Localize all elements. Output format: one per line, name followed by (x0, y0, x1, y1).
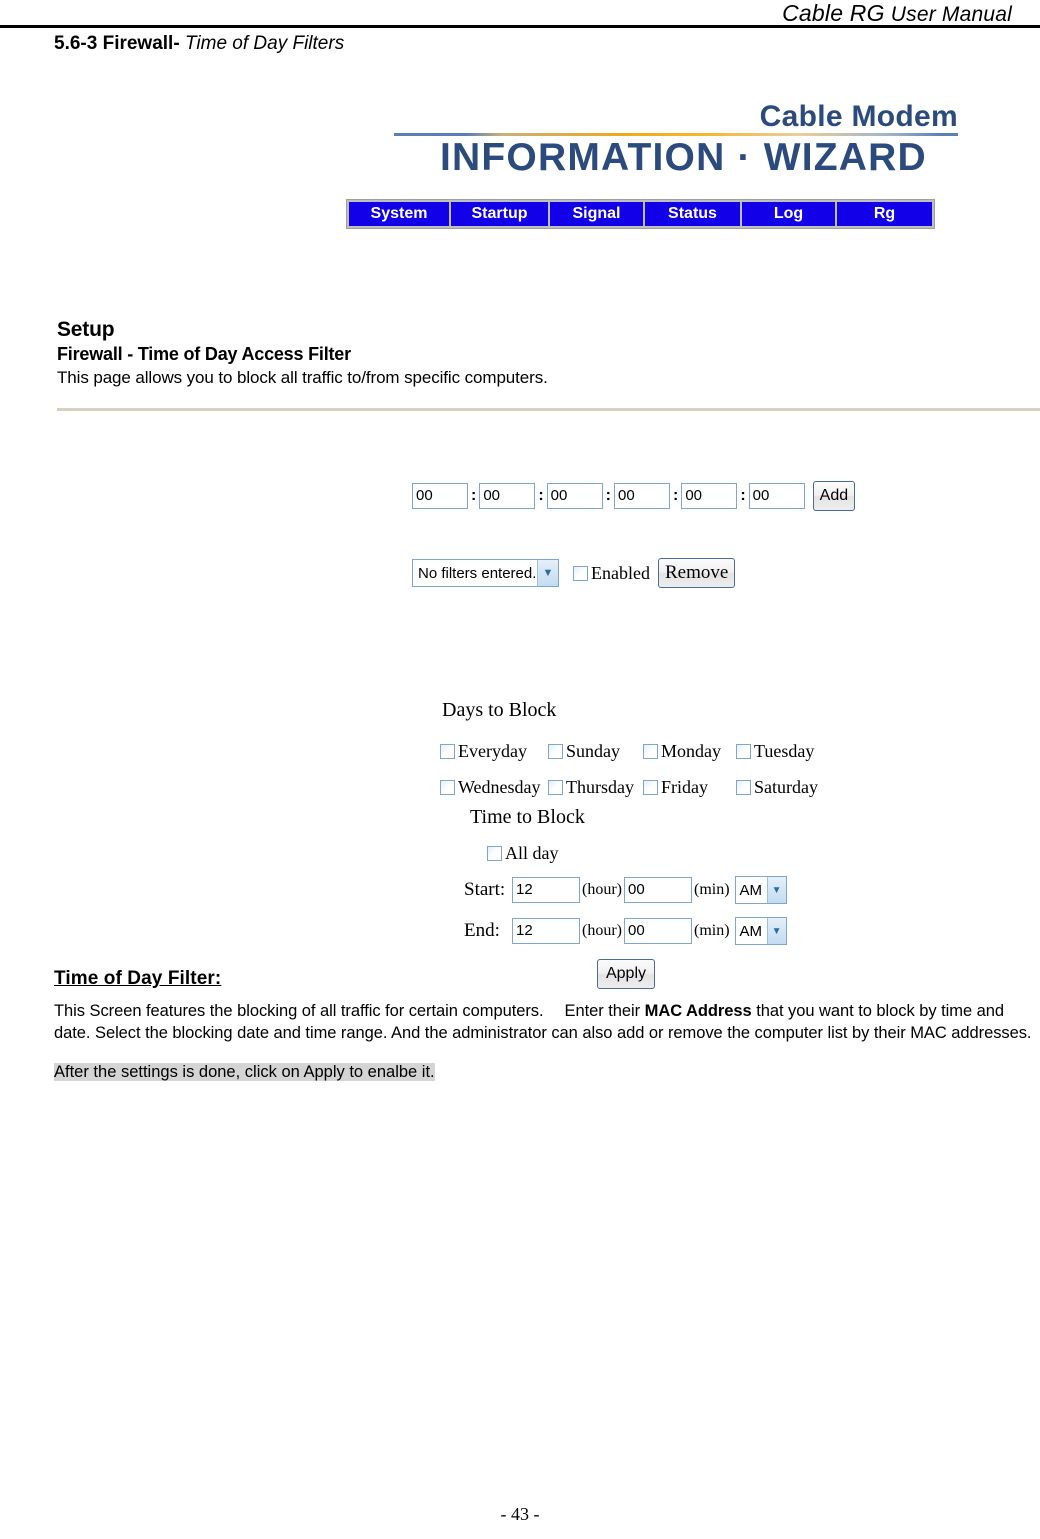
day-item-saturday[interactable]: Saturday (736, 777, 826, 798)
remove-button[interactable]: Remove (657, 558, 736, 588)
running-head-text: Cable RG User Manual (782, 0, 1012, 27)
start-time-label: Start: (464, 879, 506, 900)
enabled-checkbox[interactable] (573, 565, 588, 581)
header-divider (0, 25, 1040, 28)
enabled-label: Enabled (591, 562, 650, 583)
all-day-checkbox[interactable] (487, 846, 502, 861)
explanation-block: Time of Day Filter: This Screen features… (54, 968, 1039, 1083)
start-minute-input[interactable] (623, 877, 692, 903)
day-checkbox-saturday[interactable] (736, 779, 751, 795)
day-checkbox-sunday[interactable] (548, 743, 563, 759)
days-to-block-title: Days to Block (442, 699, 557, 721)
days-row: Wednesday Thursday Friday Saturday (440, 769, 830, 805)
page-footer: - 43 - (0, 1504, 1040, 1525)
filter-select-value: No filters entered. (418, 564, 537, 582)
section-subtitle: Time of Day Filters (184, 33, 345, 54)
start-time-row: Start: (hour) (min) AM ▼ (464, 876, 787, 904)
router-web-ui-screenshot: Cable Modem INFORMATION · WIZARD System S… (0, 95, 1040, 989)
days-row: Everyday Sunday Monday Tuesday (440, 733, 830, 769)
day-item-friday[interactable]: Friday (643, 777, 736, 798)
all-day-checkbox-wrap[interactable]: All day (487, 843, 559, 864)
end-minute-unit: (min) (693, 922, 730, 939)
day-checkbox-friday[interactable] (643, 779, 658, 795)
day-label: Wednesday (458, 776, 541, 797)
running-head: Cable RG User Manual (0, 0, 1040, 27)
mac-octet-6-input[interactable] (748, 483, 805, 509)
explanation-body-bold: MAC Address (644, 1002, 752, 1020)
day-label: Saturday (754, 776, 818, 797)
day-label: Monday (661, 740, 721, 761)
mac-octet-5-input[interactable] (681, 483, 738, 509)
section-number: 5.6-3 Firewall- (54, 33, 180, 54)
start-meridiem-select[interactable]: AM ▼ (734, 876, 787, 904)
page-number: - 43 - (500, 1504, 540, 1524)
explanation-title: Time of Day Filter: (54, 968, 222, 989)
chevron-down-icon: ▼ (537, 560, 558, 586)
days-to-block-checkbox-grid: Everyday Sunday Monday Tuesday Wednesday Thur… (440, 733, 830, 805)
end-meridiem-select[interactable]: AM ▼ (734, 917, 787, 945)
start-hour-unit: (hour) (582, 881, 622, 898)
day-item-tuesday[interactable]: Tuesday (736, 741, 826, 762)
page-title: 5.6-3 Firewall- Time of Day Filters (54, 33, 344, 55)
mac-octet-4-input[interactable] (613, 483, 670, 509)
chevron-down-icon: ▼ (766, 877, 786, 903)
day-item-thursday[interactable]: Thursday (548, 777, 643, 798)
explanation-body: This Screen features the blocking of all… (54, 1000, 1039, 1044)
enabled-checkbox-wrap[interactable]: Enabled (573, 563, 650, 584)
end-time-label: End: (464, 920, 500, 941)
mac-separator: : (605, 487, 611, 504)
running-head-brand: Cable RG (782, 0, 885, 26)
add-button[interactable]: Add (812, 481, 856, 511)
mac-address-entry-row: ::::: Add (412, 481, 856, 511)
day-label: Thursday (566, 776, 634, 797)
mac-separator: : (740, 487, 746, 504)
day-item-sunday[interactable]: Sunday (548, 741, 643, 762)
end-minute-input[interactable] (623, 918, 692, 944)
day-checkbox-everyday[interactable] (440, 743, 455, 759)
day-checkbox-thursday[interactable] (548, 779, 563, 795)
start-meridiem-value: AM (739, 881, 763, 899)
end-meridiem-value: AM (739, 922, 763, 940)
start-hour-input[interactable] (512, 877, 580, 903)
explanation-body-part1: This Screen features the blocking of all… (54, 1002, 645, 1020)
mac-octet-1-input[interactable] (412, 483, 468, 509)
day-item-monday[interactable]: Monday (643, 741, 736, 762)
day-label: Friday (661, 776, 708, 797)
explanation-note: After the settings is done, click on App… (54, 1061, 1039, 1083)
mac-octet-3-input[interactable] (546, 483, 603, 509)
chevron-down-icon: ▼ (766, 918, 786, 944)
end-time-row: End: (hour) (min) AM ▼ (464, 917, 787, 945)
day-checkbox-monday[interactable] (643, 743, 658, 759)
all-day-label: All day (505, 843, 559, 863)
filter-select[interactable]: No filters entered. ▼ (412, 559, 559, 587)
day-checkbox-wednesday[interactable] (440, 779, 455, 795)
mac-separator: : (538, 487, 544, 504)
day-label: Tuesday (754, 740, 815, 761)
day-checkbox-tuesday[interactable] (736, 743, 751, 759)
time-to-block-title: Time to Block (470, 806, 585, 828)
mac-separator: : (471, 487, 477, 504)
mac-separator: : (672, 487, 679, 504)
mac-octet-2-input[interactable] (479, 483, 536, 509)
day-label: Everyday (458, 740, 527, 761)
filter-list-row: No filters entered. ▼ Enabled Remove (412, 558, 736, 588)
running-head-suffix: User Manual (890, 3, 1012, 26)
start-minute-unit: (min) (693, 881, 730, 898)
day-label: Sunday (566, 740, 620, 761)
time-of-day-filter-form: ::::: Add No filters entered. ▼ Enabled R… (0, 95, 1040, 989)
end-hour-input[interactable] (512, 918, 580, 944)
day-item-everyday[interactable]: Everyday (440, 741, 548, 762)
end-hour-unit: (hour) (582, 922, 622, 939)
explanation-note-text: After the settings is done, click on App… (54, 1063, 435, 1081)
day-item-wednesday[interactable]: Wednesday (440, 777, 548, 798)
